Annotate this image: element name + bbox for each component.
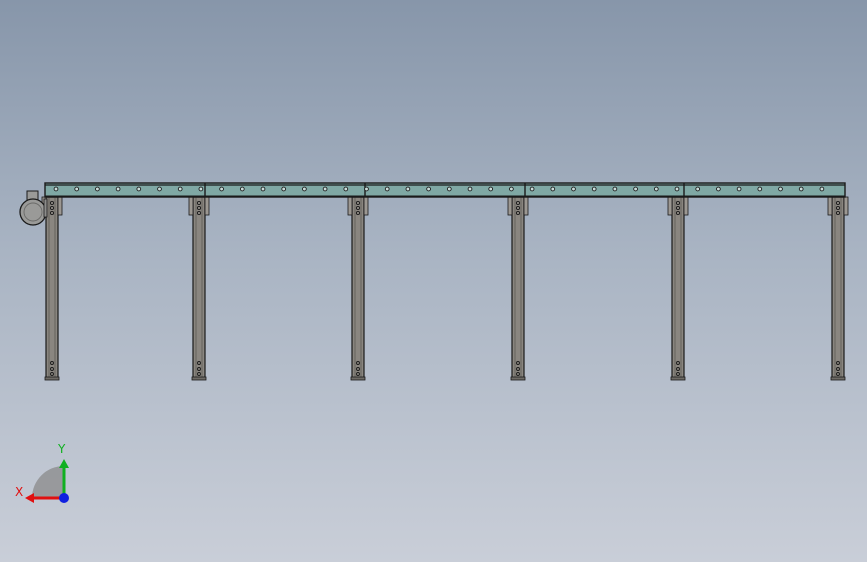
beam-hole — [716, 186, 721, 192]
x-axis-label: X — [15, 485, 24, 499]
support-leg — [41, 196, 63, 381]
beam-hole — [757, 186, 763, 192]
motor-coupling — [43, 198, 48, 218]
beam-hole — [467, 186, 473, 192]
beam-hole — [384, 186, 390, 192]
beam-hole — [612, 186, 618, 192]
beam-hole — [260, 186, 266, 192]
beam-hole — [591, 186, 597, 192]
beam-hole — [115, 186, 121, 192]
beam-hole — [509, 186, 514, 192]
support-leg — [507, 196, 529, 381]
x-axis-arrow — [25, 493, 34, 503]
y-axis-arrow — [59, 459, 69, 468]
beam-hole — [343, 186, 349, 192]
triad-arc — [32, 466, 64, 498]
beam-hole — [550, 186, 556, 192]
beam-hole — [405, 186, 411, 192]
support-leg — [347, 196, 369, 381]
beam-hole — [198, 186, 204, 192]
beam-hole — [695, 186, 701, 192]
beam-hole — [322, 186, 328, 192]
y-axis-label: Y — [58, 442, 66, 456]
beam-hole — [136, 186, 142, 192]
conveyor-frame-model — [19, 182, 849, 503]
beam-hole — [736, 186, 742, 192]
z-axis-dot — [59, 493, 69, 503]
beam-hole — [426, 186, 431, 192]
beam-hole — [446, 186, 452, 192]
beam-hole — [653, 186, 659, 192]
beam-hole — [364, 186, 369, 192]
conveyor-beam — [44, 182, 846, 198]
axis-triad — [25, 459, 69, 503]
support-leg — [667, 196, 689, 381]
beam-hole — [239, 186, 245, 192]
support-leg — [827, 196, 849, 381]
beam-hole — [53, 186, 59, 192]
beam-hole — [674, 186, 680, 192]
beam-hole — [488, 186, 494, 192]
beam-hole — [819, 186, 825, 192]
beam-hole — [95, 186, 100, 192]
beam-hole — [177, 186, 183, 192]
beam-hole — [633, 186, 638, 192]
graphics-viewport[interactable]: X Y — [0, 0, 867, 562]
beam-hole — [302, 186, 307, 192]
support-legs — [41, 196, 849, 381]
beam-hole — [798, 186, 804, 192]
drive-motor — [19, 190, 48, 226]
beam-hole — [529, 186, 535, 192]
beam-hole — [219, 186, 224, 192]
beam-hole — [281, 186, 287, 192]
beam-hole — [157, 186, 162, 192]
beam-hole — [778, 186, 783, 192]
beam-hole — [571, 186, 576, 192]
beam-hole — [74, 186, 80, 192]
support-leg — [188, 196, 210, 381]
